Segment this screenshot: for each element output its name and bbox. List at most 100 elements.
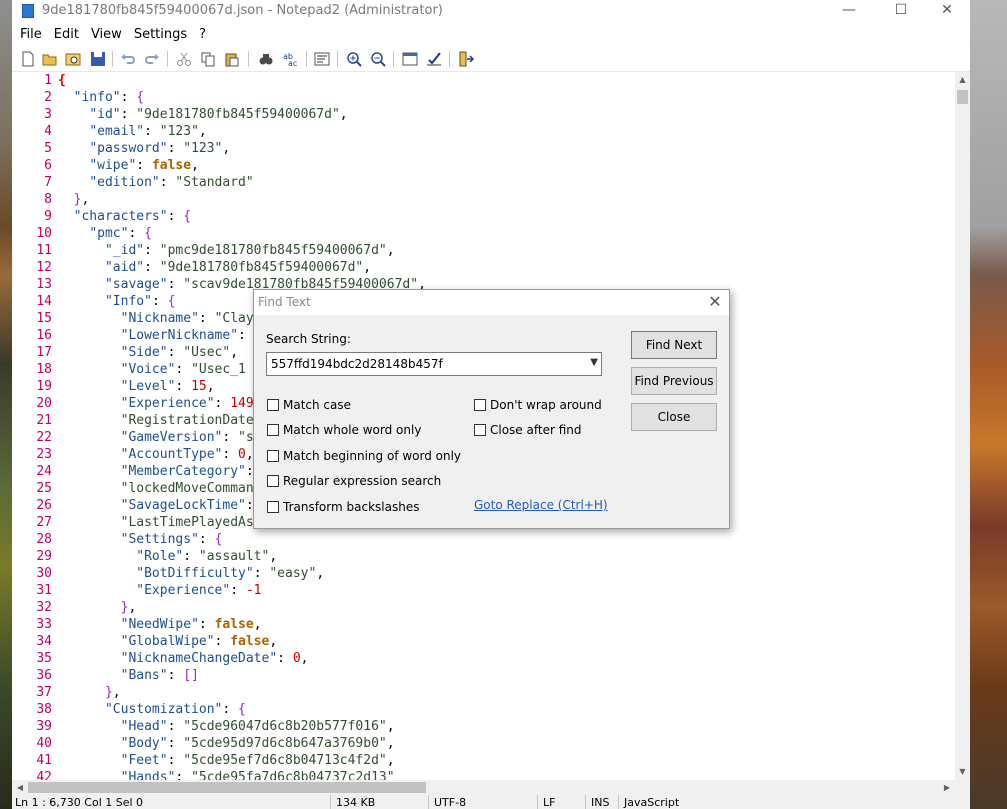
goto-replace-link[interactable]: Goto Replace (Ctrl+H)	[474, 498, 608, 512]
line-number: 22	[36, 430, 52, 445]
exit-icon[interactable]	[458, 51, 474, 67]
close-button[interactable]: Close	[631, 403, 717, 431]
code-text: "GlobalWipe": false,	[120, 634, 278, 649]
line-number: 2	[44, 90, 52, 105]
horizontal-scroll-thumb[interactable]	[28, 782, 426, 793]
menu-file[interactable]: File	[12, 25, 48, 45]
menu-help[interactable]: ?	[193, 25, 212, 45]
scroll-left-icon[interactable]: ◀	[12, 780, 28, 795]
match-beginning-label[interactable]: Match beginning of word only	[283, 449, 461, 463]
code-text: "_id": "pmc9de181780fb845f59400067d",	[104, 243, 395, 258]
status-insert-mode: INS	[591, 796, 610, 809]
code-text: "BotDifficulty": "easy",	[136, 566, 325, 581]
paste-icon[interactable]	[224, 51, 240, 67]
menu-view[interactable]: View	[85, 25, 128, 45]
scheme-icon[interactable]	[402, 51, 418, 67]
redo-icon[interactable]	[144, 51, 160, 67]
cut-icon[interactable]	[176, 51, 192, 67]
menu-edit[interactable]: Edit	[48, 25, 85, 45]
zoom-in-icon[interactable]	[346, 51, 362, 67]
maximize-button[interactable]: ☐	[878, 0, 924, 22]
save-icon[interactable]	[90, 51, 106, 67]
undo-icon[interactable]	[120, 51, 136, 67]
code-text: "Settings": {	[120, 532, 223, 547]
desktop-wallpaper-right	[970, 0, 1007, 809]
checkbox-box[interactable]	[267, 475, 279, 487]
code-text: "characters": {	[73, 209, 192, 224]
line-number: 19	[36, 379, 52, 394]
code-text: "Experience": 149	[120, 396, 254, 411]
toolbar-separator	[306, 51, 307, 67]
checkbox-box[interactable]	[474, 399, 486, 411]
chevron-down-icon[interactable]: ▼	[590, 357, 598, 368]
match-whole-word-label[interactable]: Match whole word only	[283, 423, 421, 437]
code-text: "Body": "5cde95d97d6c8b647a3769b0",	[120, 736, 395, 751]
checkbox-box[interactable]	[267, 450, 279, 462]
search-string-combobox[interactable]: 557ffd194bdc2d28148b457f ▼	[266, 352, 602, 376]
new-icon[interactable]	[20, 51, 36, 67]
search-string-value[interactable]: 557ffd194bdc2d28148b457f	[271, 357, 443, 371]
vertical-scrollbar[interactable]: ▲ ▼	[955, 72, 970, 780]
status-separator	[618, 795, 619, 809]
line-number: 14	[36, 294, 52, 309]
line-number: 41	[36, 753, 52, 768]
customize-icon[interactable]	[426, 51, 442, 67]
code-text: "Feet": "5cde95ef7d6c8b04713c4f2d",	[120, 753, 395, 768]
regex-label[interactable]: Regular expression search	[283, 474, 441, 488]
line-number: 32	[36, 600, 52, 615]
code-text: "id": "9de181780fb845f59400067d",	[89, 107, 348, 122]
find-next-button[interactable]: Find Next	[631, 331, 717, 359]
transform-backslashes-label[interactable]: Transform backslashes	[283, 500, 419, 514]
line-number: 18	[36, 362, 52, 377]
code-text: "pmc": {	[89, 226, 152, 241]
toolbar: ab ac	[12, 47, 970, 72]
status-eol[interactable]: LF	[543, 796, 555, 809]
code-text: "GameVersion": "s	[120, 430, 254, 445]
dialog-title: Find Text	[258, 295, 311, 309]
dont-wrap-label[interactable]: Don't wrap around	[490, 398, 602, 412]
line-number: 42	[36, 770, 52, 780]
status-encoding[interactable]: UTF-8	[434, 796, 466, 809]
code-text: "wipe": false,	[89, 158, 199, 173]
search-string-label: Search String:	[266, 332, 351, 346]
line-number: 23	[36, 447, 52, 462]
horizontal-scrollbar[interactable]: ◀ ▶	[12, 780, 955, 795]
close-window-button[interactable]: ✕	[924, 0, 970, 22]
scroll-up-icon[interactable]: ▲	[955, 72, 970, 88]
code-text: "RegistrationDate	[120, 413, 254, 428]
line-number: 29	[36, 549, 52, 564]
menu-settings[interactable]: Settings	[128, 25, 193, 45]
dialog-title-bar[interactable]: Find Text ✕	[254, 290, 729, 315]
line-number: 3	[44, 107, 52, 122]
checkbox-box[interactable]	[267, 424, 279, 436]
vertical-scroll-thumb[interactable]	[957, 90, 968, 104]
find-previous-button[interactable]: Find Previous	[631, 367, 717, 395]
dialog-close-icon[interactable]: ✕	[704, 292, 726, 312]
title-bar[interactable]: 9de181780fb845f59400067d.json - Notepad2…	[12, 0, 970, 22]
line-number: 11	[36, 243, 52, 258]
find-icon[interactable]	[258, 51, 274, 67]
word-wrap-icon[interactable]	[314, 51, 330, 67]
code-text: "email": "123",	[89, 124, 207, 139]
code-text: "Experience": -1	[136, 583, 262, 598]
toolbar-separator	[337, 51, 338, 67]
browse-icon[interactable]	[65, 51, 81, 67]
checkbox-box[interactable]	[267, 399, 279, 411]
status-separator	[585, 795, 586, 809]
scroll-down-icon[interactable]: ▼	[955, 764, 970, 780]
checkbox-box[interactable]	[267, 501, 279, 513]
zoom-out-icon[interactable]	[370, 51, 386, 67]
checkbox-box[interactable]	[474, 424, 486, 436]
close-after-find-label[interactable]: Close after find	[490, 423, 582, 437]
match-case-label[interactable]: Match case	[283, 398, 351, 412]
status-lexer[interactable]: JavaScript	[624, 796, 679, 809]
open-icon[interactable]	[42, 51, 58, 67]
line-number: 21	[36, 413, 52, 428]
status-separator	[428, 795, 429, 809]
code-text: "aid": "9de181780fb845f59400067d",	[104, 260, 372, 275]
minimize-button[interactable]: —	[826, 0, 872, 22]
scroll-right-icon[interactable]: ▶	[939, 780, 955, 795]
status-position: Ln 1 : 6,730 Col 1 Sel 0	[15, 796, 144, 809]
replace-icon[interactable]: abac	[283, 51, 299, 67]
copy-icon[interactable]	[200, 51, 216, 67]
